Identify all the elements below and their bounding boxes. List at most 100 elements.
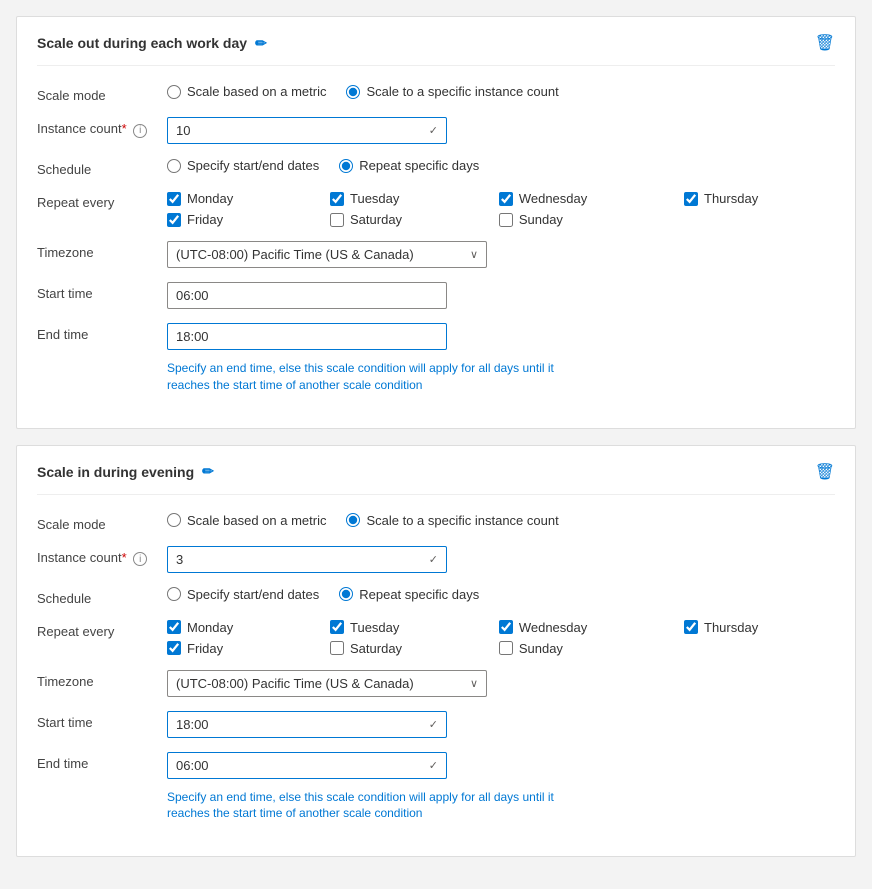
card1-timezone-chevron: ∨ <box>470 248 478 261</box>
card1-radio-instance[interactable]: Scale to a specific instance count <box>346 84 558 99</box>
card2-day-monday[interactable]: Monday <box>167 620 310 635</box>
card2-delete-icon[interactable]: 🗑 <box>815 462 835 482</box>
card2-title: Scale in during evening <box>37 464 194 480</box>
card1-scale-mode-radio-group: Scale based on a metric Scale to a speci… <box>167 84 835 99</box>
card2-radio-metric-input[interactable] <box>167 513 181 527</box>
card1-schedule-row: Schedule Specify start/end dates Repeat … <box>37 158 835 177</box>
card1-header: Scale out during each work day ✏ 🗑 <box>37 33 835 66</box>
card2-schedule-repeat[interactable]: Repeat specific days <box>339 587 479 602</box>
card2-radio-instance-input[interactable] <box>346 513 360 527</box>
card1-day-thursday[interactable]: Thursday <box>684 191 835 206</box>
card2-checkbox-wednesday[interactable] <box>499 620 513 634</box>
card1-day-wednesday[interactable]: Wednesday <box>499 191 664 206</box>
card1-schedule-label: Schedule <box>37 158 167 177</box>
card2-edit-icon[interactable]: ✏ <box>202 463 214 480</box>
card1-schedule-startend[interactable]: Specify start/end dates <box>167 158 319 173</box>
card2-day-friday[interactable]: Friday <box>167 641 310 656</box>
card2-schedule-startend-label: Specify start/end dates <box>187 587 319 602</box>
card1-radio-instance-input[interactable] <box>346 85 360 99</box>
card2-timezone-content: (UTC-08:00) Pacific Time (US & Canada) ∨ <box>167 670 835 697</box>
card2-timezone-label: Timezone <box>37 670 167 689</box>
card1-schedule-repeat[interactable]: Repeat specific days <box>339 158 479 173</box>
card2-schedule-repeat-input[interactable] <box>339 587 353 601</box>
card2-scale-mode-label: Scale mode <box>37 513 167 532</box>
card1-day-saturday[interactable]: Saturday <box>330 212 479 227</box>
card1-checkbox-monday[interactable] <box>167 192 181 206</box>
card1-delete-icon[interactable]: 🗑 <box>815 33 835 53</box>
card2-end-time-label: End time <box>37 752 167 771</box>
card1-end-time-label: End time <box>37 323 167 342</box>
card2-day-wednesday[interactable]: Wednesday <box>499 620 664 635</box>
card1-timezone-content: (UTC-08:00) Pacific Time (US & Canada) ∨ <box>167 241 835 268</box>
card1-start-time-input[interactable] <box>167 282 447 309</box>
card2-checkbox-friday[interactable] <box>167 641 181 655</box>
card1-timezone-label: Timezone <box>37 241 167 260</box>
card1-repeat-every-label: Repeat every <box>37 191 167 210</box>
card1-day-tuesday[interactable]: Tuesday <box>330 191 479 206</box>
card1-checkbox-tuesday[interactable] <box>330 192 344 206</box>
card2-timezone-select[interactable]: (UTC-08:00) Pacific Time (US & Canada) ∨ <box>167 670 487 697</box>
card1-scale-mode-content: Scale based on a metric Scale to a speci… <box>167 84 835 99</box>
card2-instance-count-value: 3 <box>176 552 183 567</box>
card2-schedule-startend[interactable]: Specify start/end dates <box>167 587 319 602</box>
card1-start-time-content <box>167 282 835 309</box>
card2-instance-count-label: Instance count* i <box>37 546 167 567</box>
card1-day-friday[interactable]: Friday <box>167 212 310 227</box>
card1-radio-metric-input[interactable] <box>167 85 181 99</box>
card1-day-sunday[interactable]: Sunday <box>499 212 664 227</box>
card1-schedule-repeat-label: Repeat specific days <box>359 158 479 173</box>
card1-schedule-repeat-input[interactable] <box>339 159 353 173</box>
card2-start-time-select[interactable]: 18:00 ✓ <box>167 711 447 738</box>
card1-edit-icon[interactable]: ✏ <box>255 35 267 52</box>
card2-instance-count-chevron: ✓ <box>429 553 438 566</box>
card1-title: Scale out during each work day <box>37 35 247 51</box>
card1-checkbox-friday[interactable] <box>167 213 181 227</box>
card2-start-time-content: 18:00 ✓ <box>167 711 835 738</box>
card2-checkbox-saturday[interactable] <box>330 641 344 655</box>
card2-schedule-repeat-label: Repeat specific days <box>359 587 479 602</box>
card2-schedule-startend-input[interactable] <box>167 587 181 601</box>
card2-day-thursday[interactable]: Thursday <box>684 620 835 635</box>
card2-start-time-chevron: ✓ <box>429 718 438 731</box>
card2-days-grid: Monday Tuesday Wednesday Thursday Friday <box>167 620 835 656</box>
card2-schedule-radio-group: Specify start/end dates Repeat specific … <box>167 587 835 602</box>
card2-end-time-content: 06:00 ✓ Specify an end time, else this s… <box>167 752 835 823</box>
card2-radio-instance-label: Scale to a specific instance count <box>366 513 558 528</box>
card2-scale-mode-row: Scale mode Scale based on a metric Scale… <box>37 513 835 532</box>
card2-checkbox-tuesday[interactable] <box>330 620 344 634</box>
card2-checkbox-sunday[interactable] <box>499 641 513 655</box>
card1-timezone-select[interactable]: (UTC-08:00) Pacific Time (US & Canada) ∨ <box>167 241 487 268</box>
card1-instance-info-icon[interactable]: i <box>133 124 147 138</box>
card1-checkbox-wednesday[interactable] <box>499 192 513 206</box>
card1-checkbox-saturday[interactable] <box>330 213 344 227</box>
card2-radio-metric[interactable]: Scale based on a metric <box>167 513 326 528</box>
card1-radio-metric[interactable]: Scale based on a metric <box>167 84 326 99</box>
card2-end-time-select[interactable]: 06:00 ✓ <box>167 752 447 779</box>
card1-radio-instance-label: Scale to a specific instance count <box>366 84 558 99</box>
card1-schedule-startend-input[interactable] <box>167 159 181 173</box>
card1-schedule-startend-label: Specify start/end dates <box>187 158 319 173</box>
card2-timezone-value: (UTC-08:00) Pacific Time (US & Canada) <box>176 676 414 691</box>
card2-instance-count-select[interactable]: 3 ✓ <box>167 546 447 573</box>
card1-hint-text: Specify an end time, else this scale con… <box>167 360 567 394</box>
card2-instance-count-row: Instance count* i 3 ✓ <box>37 546 835 573</box>
card2-day-saturday[interactable]: Saturday <box>330 641 479 656</box>
card2-checkbox-thursday[interactable] <box>684 620 698 634</box>
card2-day-sunday[interactable]: Sunday <box>499 641 664 656</box>
card1-checkbox-thursday[interactable] <box>684 192 698 206</box>
card1-end-time-row: End time Specify an end time, else this … <box>37 323 835 394</box>
card-scale-out: Scale out during each work day ✏ 🗑 Scale… <box>16 16 856 429</box>
card1-instance-count-select[interactable]: 10 ✓ <box>167 117 447 144</box>
card1-checkbox-sunday[interactable] <box>499 213 513 227</box>
card2-day-tuesday[interactable]: Tuesday <box>330 620 479 635</box>
card2-timezone-row: Timezone (UTC-08:00) Pacific Time (US & … <box>37 670 835 697</box>
card2-header: Scale in during evening ✏ 🗑 <box>37 462 835 495</box>
card1-title-group: Scale out during each work day ✏ <box>37 35 267 52</box>
card2-radio-instance[interactable]: Scale to a specific instance count <box>346 513 558 528</box>
card2-checkbox-monday[interactable] <box>167 620 181 634</box>
card2-instance-info-icon[interactable]: i <box>133 552 147 566</box>
card1-end-time-input[interactable] <box>167 323 447 350</box>
card1-day-monday[interactable]: Monday <box>167 191 310 206</box>
card1-start-time-row: Start time <box>37 282 835 309</box>
card2-scale-mode-content: Scale based on a metric Scale to a speci… <box>167 513 835 528</box>
